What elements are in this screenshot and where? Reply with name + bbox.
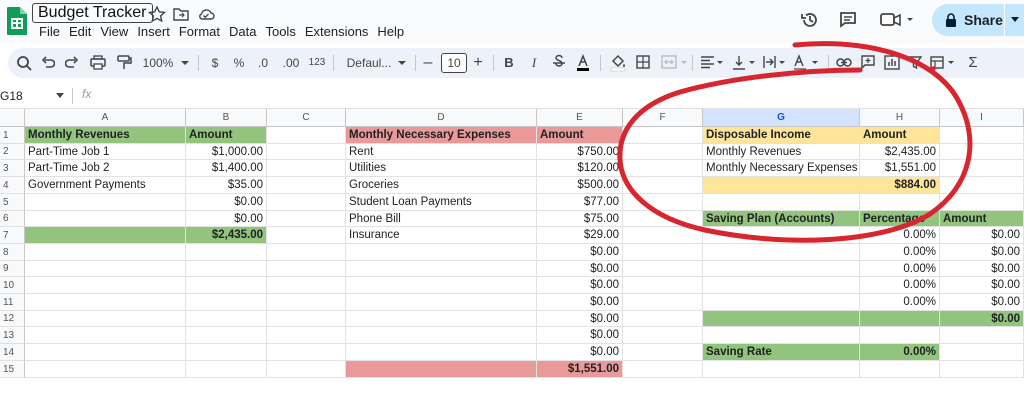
red-circle-annotation <box>617 41 973 243</box>
